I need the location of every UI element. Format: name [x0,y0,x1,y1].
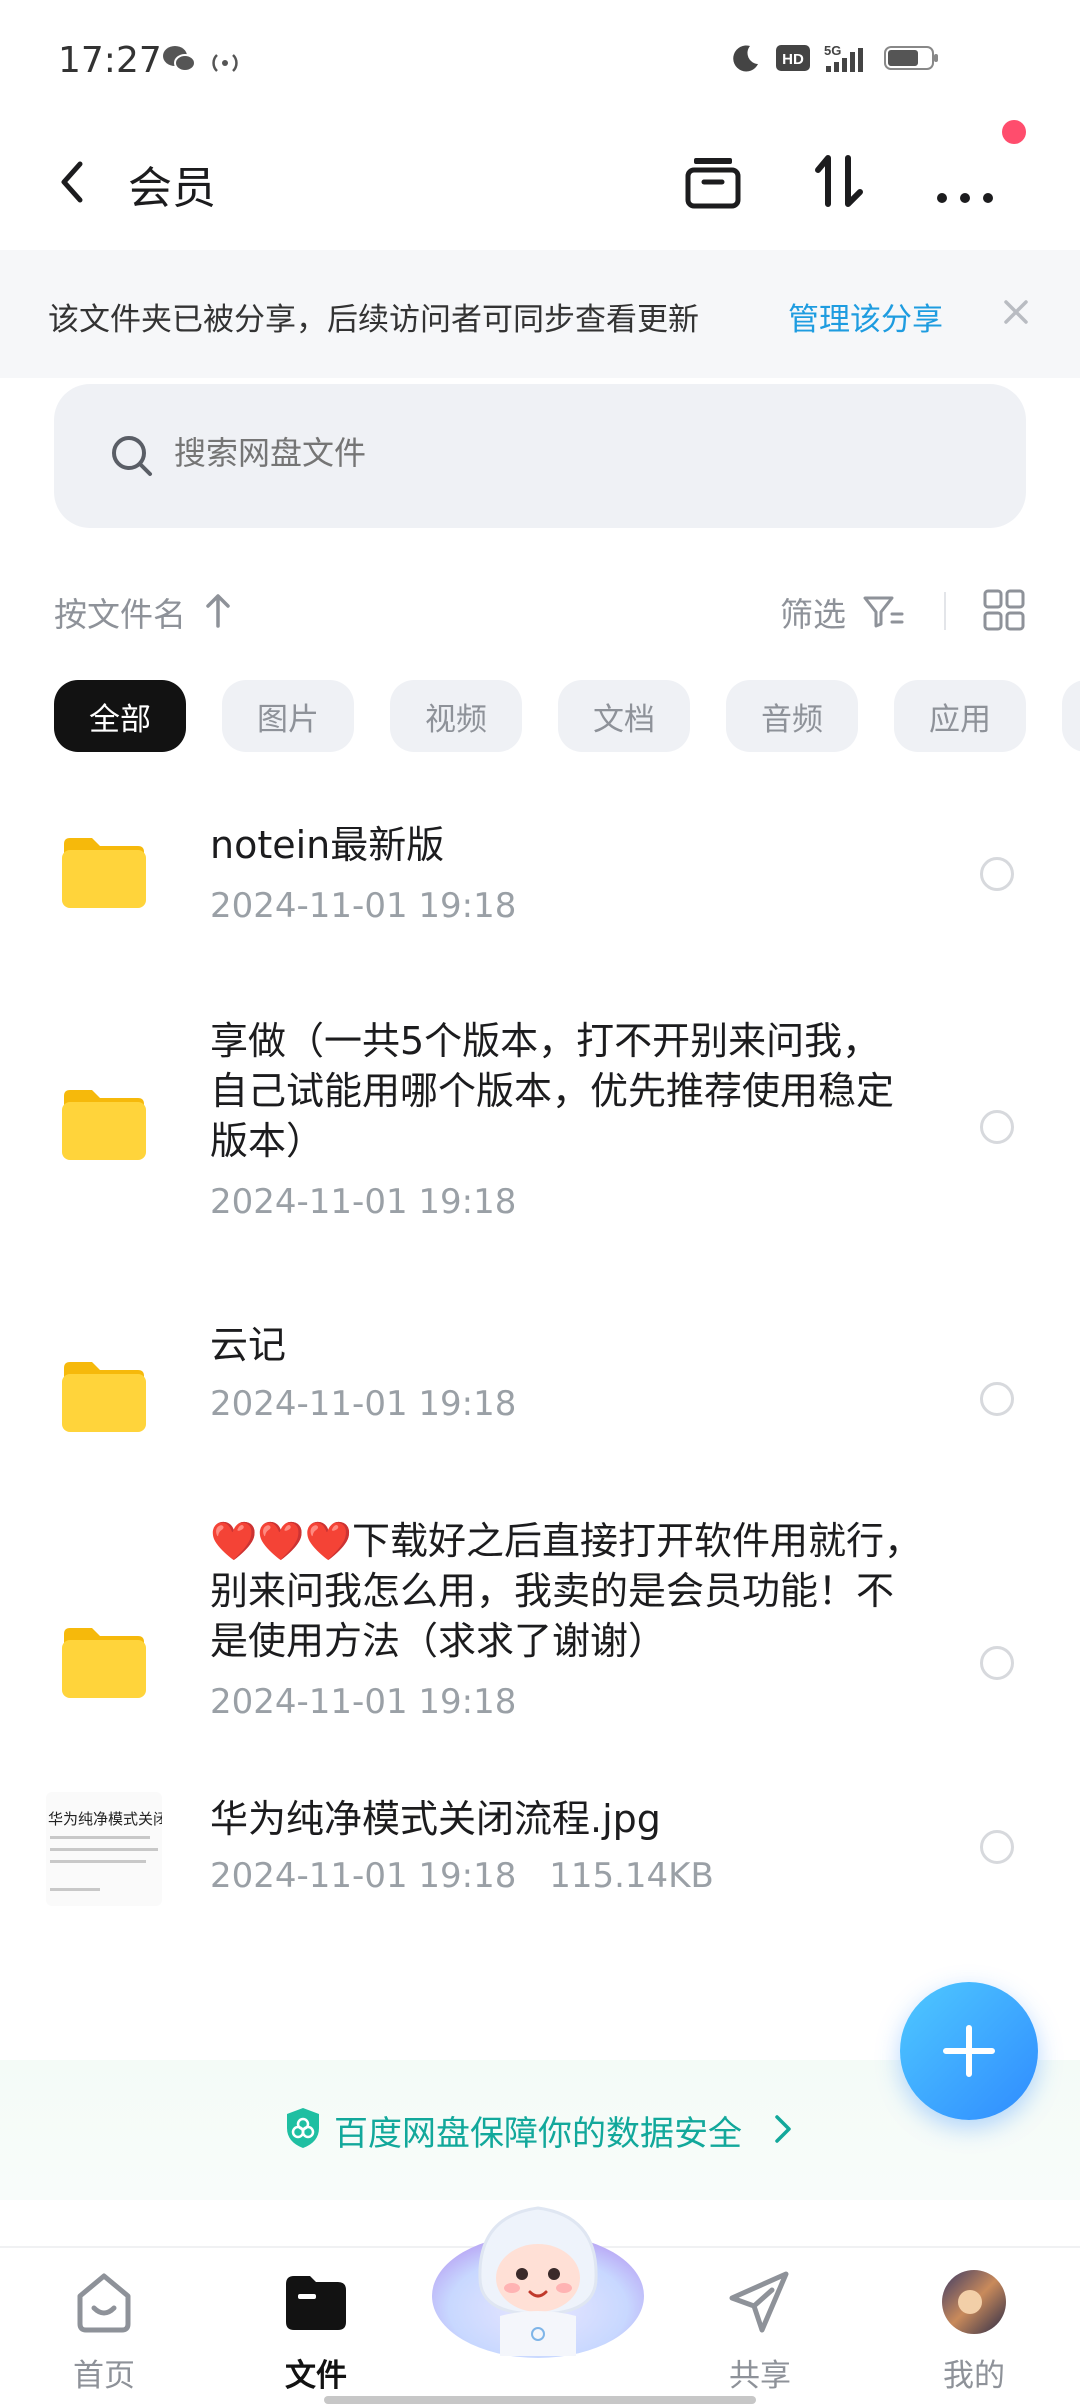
divider [944,592,946,630]
file-date: 2024-11-01 19:18 [210,1384,517,1424]
select-checkbox[interactable] [980,1646,1014,1680]
sort-by-name-button[interactable]: 按文件名 [54,588,186,636]
moon-icon [733,45,758,72]
nav-home-label: 首页 [73,2358,135,2394]
nav-share[interactable]: 共享 [690,2268,830,2394]
file-date: 2024-11-01 19:18 [210,1682,517,1722]
nav-files-label: 文件 [285,2358,347,2394]
folder-icon [62,1362,146,1432]
page-title: 会员 [128,163,216,214]
folder-icon [62,1628,146,1698]
share-banner-text: 该文件夹已被分享，后续访问者可同步查看更新 [48,302,699,338]
status-time: 17:27 [58,40,162,81]
search-bar[interactable] [54,384,1026,528]
file-date: 2024-11-01 19:18 [210,886,517,926]
hd-label: HD [782,51,804,68]
folder-icon [62,1090,146,1160]
tab-all[interactable]: 全部 [54,680,186,752]
tab-videos[interactable]: 视频 [390,680,522,752]
search-icon [112,436,152,476]
file-name: notein最新版 [210,823,445,867]
hd-icon: HD [776,45,810,71]
nav-share-label: 共享 [729,2358,791,2394]
avatar [942,2270,1006,2334]
wechat-icon [163,46,196,72]
file-date-value: 2024-11-01 19:18 [210,1856,517,1896]
tab-documents[interactable]: 文档 [558,680,690,752]
tab-apps[interactable]: 应用 [894,680,1026,752]
list-item[interactable]: 云记 2024-11-01 19:18 [0,1290,1080,1450]
tab-more[interactable] [1062,680,1080,752]
nav-profile-label: 我的 [943,2358,1005,2394]
file-size: 115.14KB [549,1856,714,1896]
folder-icon [286,2276,346,2330]
tab-images[interactable]: 图片 [222,680,354,752]
signal-5g-icon: 5G [824,43,863,72]
status-bar: 17:27 HD 5G [0,0,1080,120]
thumbnail-title: 华为纯净模式关闭流程 [48,1810,162,1828]
manage-share-link[interactable]: 管理该分享 [788,294,943,339]
select-checkbox[interactable] [980,1830,1014,1864]
file-name: ❤️❤️❤️下载好之后直接打开软件用就行，别来问我怎么用，我卖的是会员功能！不是… [210,1519,922,1663]
grid-view-icon[interactable] [982,588,1026,632]
file-date: 2024-11-01 19:18 115.14KB [210,1856,714,1896]
notification-dot [1002,120,1026,144]
search-input[interactable] [174,434,774,472]
security-text: 百度网盘保障你的数据安全 [334,2114,742,2154]
nav-home[interactable]: 首页 [34,2268,174,2394]
close-icon[interactable] [1000,296,1032,328]
battery-icon [884,46,938,70]
header: 会员 [0,130,1080,230]
filter-button[interactable]: 筛选 [780,588,846,636]
share-banner: 该文件夹已被分享，后续访问者可同步查看更新 管理该分享 [0,250,1080,378]
sort-filter-row: 按文件名 筛选 [0,570,1080,650]
list-item[interactable]: ❤️❤️❤️下载好之后直接打开软件用就行，别来问我怎么用，我卖的是会员功能！不是… [0,1500,1080,1740]
network-label: 5G [824,43,841,58]
folder-icon [62,838,146,908]
file-name: 享做（一共5个版本，打不开别来问我，自己试能用哪个版本，优先推荐使用稳定版本） [210,1019,895,1163]
filter-icon[interactable] [862,592,904,632]
sort-ascending-icon[interactable] [204,590,232,630]
list-item[interactable]: notein最新版 2024-11-01 19:18 [0,790,1080,950]
file-name: 华为纯净模式关闭流程.jpg [210,1797,661,1841]
home-icon [77,2273,131,2333]
select-checkbox[interactable] [980,1110,1014,1144]
file-date: 2024-11-01 19:18 [210,1182,517,1222]
file-name: 云记 [210,1323,287,1367]
more-options-icon[interactable] [930,148,1000,214]
list-item[interactable]: 享做（一共5个版本，打不开别来问我，自己试能用哪个版本，优先推荐使用稳定版本） … [0,990,1080,1230]
tab-audio[interactable]: 音频 [726,680,858,752]
back-arrow-icon[interactable] [52,154,92,210]
hotspot-icon [212,54,238,72]
image-thumbnail: 华为纯净模式关闭流程 [46,1792,162,1906]
plus-icon [943,2025,995,2077]
nav-profile[interactable]: 我的 [904,2268,1044,2394]
shield-icon [287,2108,319,2148]
archive-icon[interactable] [680,148,746,214]
select-checkbox[interactable] [980,857,1014,891]
nav-files[interactable]: 文件 [246,2268,386,2394]
chevron-right-icon [775,2115,791,2143]
sort-icon[interactable] [806,148,872,214]
mascot-assistant-icon[interactable] [428,2186,648,2364]
select-checkbox[interactable] [980,1382,1014,1416]
add-button[interactable] [900,1982,1038,2120]
category-tabs: 全部 图片 视频 文档 音频 应用 [54,680,1080,752]
home-indicator [324,2396,756,2404]
status-indicators: HD 5G [730,42,940,74]
paper-plane-icon [729,2271,789,2333]
list-item[interactable]: 华为纯净模式关闭流程 华为纯净模式关闭流程.jpg 2024-11-01 19:… [0,1780,1080,1930]
